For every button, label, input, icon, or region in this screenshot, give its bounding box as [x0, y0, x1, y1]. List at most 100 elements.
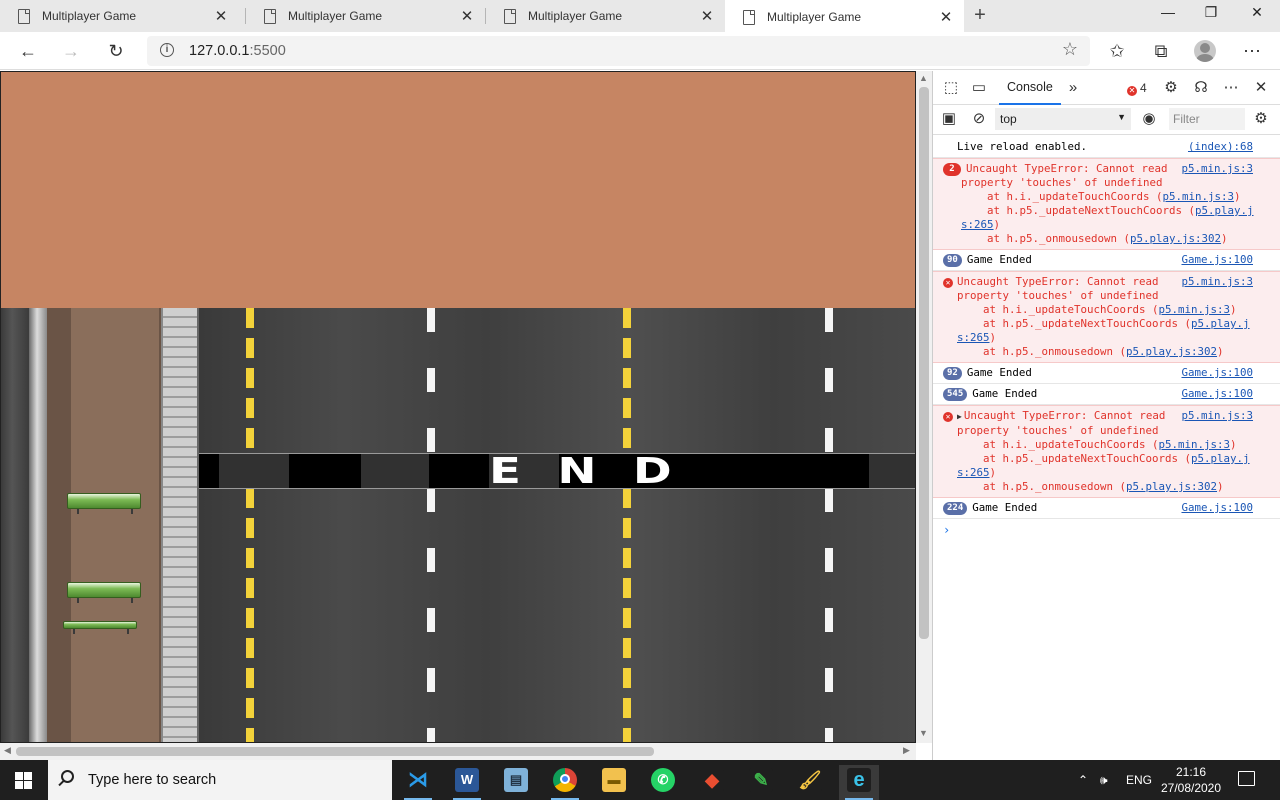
source-link[interactable]: (index):68 — [1188, 140, 1253, 154]
edge-icon[interactable]: e — [839, 765, 879, 800]
more-tabs-icon[interactable]: » — [1063, 79, 1083, 97]
stack-link[interactable]: p5.play.js:302 — [1130, 232, 1221, 245]
device-emulation-icon[interactable]: ▭ — [969, 79, 989, 97]
stack-link[interactable]: s:265 — [961, 218, 994, 231]
marker-icon[interactable]: ✎ — [741, 765, 781, 800]
console-settings-gear-icon[interactable]: ⚙ — [1251, 110, 1271, 128]
scroll-left-arrow[interactable]: ◀ — [4, 745, 11, 756]
git-icon[interactable]: ◆ — [692, 765, 732, 800]
asphalt-lanes — [199, 308, 915, 742]
reload-button[interactable]: ↻ — [102, 37, 130, 65]
tray-chevron-icon[interactable]: ⌃ — [1078, 760, 1088, 800]
whatsapp-icon[interactable]: ✆ — [643, 765, 683, 800]
favorites-icon[interactable]: ✩ — [1103, 37, 1131, 65]
clock-date: 27/08/2020 — [1160, 781, 1222, 795]
notepad-icon[interactable]: ▤ — [496, 765, 536, 800]
repeat-count-badge: 545 — [943, 388, 968, 401]
console-message: 92 Game Ended Game.js:100 — [933, 363, 1280, 384]
inspect-element-icon[interactable]: ⬚ — [941, 79, 961, 97]
live-expression-eye-icon[interactable]: ◉ — [1139, 110, 1159, 128]
source-link[interactable]: Game.js:100 — [1181, 387, 1253, 401]
file-explorer-icon[interactable]: ▬ — [594, 765, 634, 800]
volume-icon[interactable]: 🕪 — [1100, 760, 1108, 800]
tab-title: Multiplayer Game — [42, 9, 137, 23]
console-filter-bar: ▣ ⊘ top ▼ ◉ Filter ⚙ — [933, 105, 1280, 135]
tab-console[interactable]: Console — [999, 71, 1061, 105]
error-count-badge[interactable]: ✕ 4 — [1127, 81, 1147, 96]
close-tab-icon[interactable]: ✕ — [699, 7, 715, 25]
scroll-thumb[interactable] — [919, 87, 929, 639]
back-button[interactable]: ← — [14, 37, 42, 65]
stack-link[interactable]: s:265 — [957, 331, 990, 344]
scroll-up-arrow[interactable]: ▲ — [919, 73, 928, 83]
vscode-icon[interactable]: ⋊ — [398, 765, 438, 800]
stack-link[interactable]: s:265 — [957, 466, 990, 479]
horizontal-scrollbar[interactable]: ◀ ▶ — [0, 743, 916, 760]
filter-input[interactable]: Filter — [1169, 108, 1245, 130]
stack-link[interactable]: p5.min.js:3 — [1159, 438, 1231, 451]
collections-icon[interactable]: ⧉ — [1147, 37, 1175, 65]
error-icon: ✕ — [1127, 86, 1137, 96]
site-info-icon[interactable]: i — [160, 43, 174, 57]
console-error: 2 Uncaught TypeError: Cannot read propert… — [933, 158, 1280, 250]
new-tab-button[interactable]: + — [968, 4, 992, 28]
clock[interactable]: 21:16 27/08/2020 — [1158, 764, 1224, 796]
page-icon — [743, 9, 755, 25]
close-devtools-icon[interactable]: ✕ — [1251, 79, 1271, 97]
browser-tab-1[interactable]: Multiplayer Game ✕ — [0, 0, 239, 32]
source-link[interactable]: p5.min.js:3 — [1181, 162, 1253, 176]
vertical-scrollbar[interactable]: ▲ ▼ — [916, 71, 932, 743]
stack-link[interactable]: p5.play.js:302 — [1126, 345, 1217, 358]
forward-button[interactable]: → — [57, 37, 85, 65]
restore-button[interactable]: ❐ — [1188, 0, 1234, 32]
favorite-star-icon[interactable]: ☆ — [1062, 39, 1078, 60]
feedback-icon[interactable]: ☊ — [1191, 79, 1211, 97]
end-banner: END — [199, 453, 915, 490]
stack-link[interactable]: p5.play.j — [1191, 317, 1250, 330]
game-canvas[interactable]: END — [0, 71, 916, 743]
paint-icon[interactable]: 🖌 — [790, 765, 830, 800]
tab-title: Multiplayer Game — [767, 10, 862, 24]
stack-link[interactable]: p5.play.j — [1191, 452, 1250, 465]
stack-link[interactable]: p5.play.js:302 — [1126, 480, 1217, 493]
source-link[interactable]: p5.min.js:3 — [1181, 409, 1253, 423]
stack-link[interactable]: p5.min.js:3 — [1163, 190, 1235, 203]
scroll-down-arrow[interactable]: ▼ — [919, 728, 928, 738]
language-indicator[interactable]: ENG — [1126, 760, 1152, 800]
word-icon[interactable]: W — [447, 765, 487, 800]
chrome-icon[interactable] — [545, 765, 585, 800]
scroll-thumb[interactable] — [16, 747, 654, 756]
scroll-right-arrow[interactable]: ▶ — [903, 745, 910, 756]
close-window-button[interactable]: ✕ — [1234, 0, 1280, 32]
search-placeholder: Type here to search — [88, 772, 217, 788]
close-tab-icon[interactable]: ✕ — [459, 7, 475, 25]
address-bar[interactable]: i 127.0.0.1:5500 ☆ — [147, 36, 1090, 66]
yellow-lane-line — [246, 308, 254, 742]
close-tab-icon[interactable]: ✕ — [938, 8, 954, 26]
browser-tab-3[interactable]: Multiplayer Game ✕ — [486, 0, 725, 32]
clear-console-icon[interactable]: ⊘ — [969, 110, 989, 128]
source-link[interactable]: p5.min.js:3 — [1181, 275, 1253, 289]
context-select[interactable]: top ▼ — [995, 108, 1131, 130]
console-message: 224 Game Ended Game.js:100 — [933, 498, 1280, 519]
start-windows-icon[interactable] — [15, 772, 32, 789]
minimize-button[interactable]: — — [1145, 0, 1191, 32]
console-prompt[interactable]: › — [933, 519, 1280, 541]
close-tab-icon[interactable]: ✕ — [213, 7, 229, 25]
source-link[interactable]: Game.js:100 — [1181, 253, 1253, 267]
more-options-icon[interactable]: ⋯ — [1221, 79, 1241, 97]
sidebar-toggle-icon[interactable]: ▣ — [939, 110, 959, 128]
gear-icon[interactable]: ⚙ — [1161, 79, 1181, 97]
expand-triangle-icon[interactable]: ▶ — [957, 412, 962, 421]
action-center-icon[interactable] — [1238, 771, 1255, 786]
taskbar-search-box[interactable]: Type here to search — [48, 760, 392, 800]
stack-link[interactable]: p5.play.j — [1195, 204, 1254, 217]
source-link[interactable]: Game.js:100 — [1181, 366, 1253, 380]
url-text[interactable]: 127.0.0.1:5500 — [189, 43, 286, 59]
browser-tab-4-active[interactable]: Multiplayer Game ✕ — [725, 0, 964, 34]
settings-more-icon[interactable]: ⋯ — [1238, 37, 1266, 65]
source-link[interactable]: Game.js:100 — [1181, 501, 1253, 515]
profile-avatar[interactable] — [1194, 40, 1216, 62]
stack-link[interactable]: p5.min.js:3 — [1159, 303, 1231, 316]
browser-tab-2[interactable]: Multiplayer Game ✕ — [246, 0, 485, 32]
